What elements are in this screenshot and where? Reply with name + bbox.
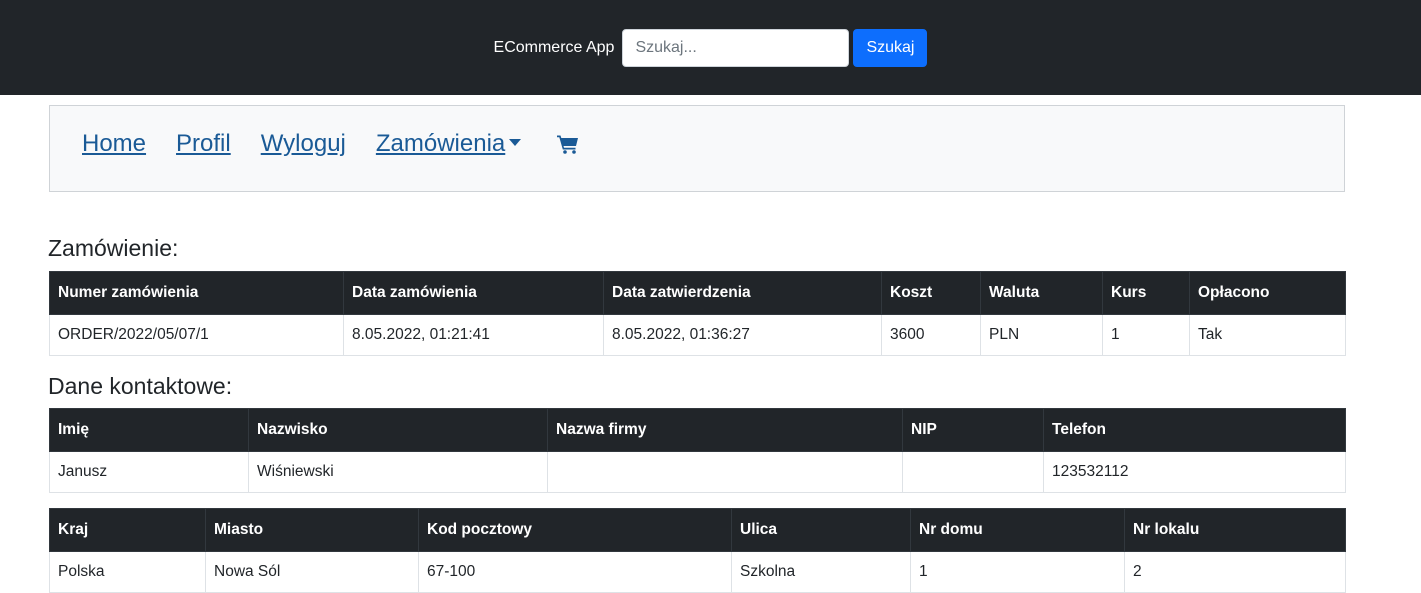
column-header: Opłacono — [1189, 271, 1346, 315]
order-date-cell: 8.05.2022, 01:21:41 — [343, 314, 604, 356]
last-name-cell: Wiśniewski — [248, 451, 548, 493]
company-name-cell — [547, 451, 903, 493]
search-button[interactable]: Szukaj — [853, 28, 928, 67]
top-header: ECommerce App Szukaj — [0, 0, 1421, 95]
order-table: Numer zamówienia Data zamówienia Data za… — [49, 271, 1346, 356]
table-row: Janusz Wiśniewski 123532112 — [49, 451, 1346, 493]
column-header: Kod pocztowy — [418, 508, 732, 552]
nip-cell — [902, 451, 1044, 493]
apartment-number-cell: 2 — [1124, 551, 1346, 593]
column-header: Ulica — [731, 508, 911, 552]
country-cell: Polska — [49, 551, 206, 593]
city-cell: Nowa Sól — [205, 551, 419, 593]
column-header: Nazwa firmy — [547, 408, 903, 452]
column-header: Data zamówienia — [343, 271, 604, 315]
column-header: Miasto — [205, 508, 419, 552]
nav-orders-dropdown[interactable]: Zamówienia — [375, 130, 522, 158]
currency-cell: PLN — [980, 314, 1103, 356]
column-header: NIP — [902, 408, 1044, 452]
shopping-cart-icon[interactable] — [557, 130, 579, 158]
column-header: Telefon — [1043, 408, 1346, 452]
street-cell: Szkolna — [731, 551, 911, 593]
rate-cell: 1 — [1102, 314, 1190, 356]
column-header: Koszt — [881, 271, 981, 315]
confirmation-date-cell: 8.05.2022, 01:36:27 — [603, 314, 882, 356]
column-header: Nr domu — [910, 508, 1125, 552]
caret-down-icon — [509, 138, 522, 146]
column-header: Kurs — [1102, 271, 1190, 315]
nav-orders-label: Zamówienia — [375, 130, 506, 157]
table-row: ORDER/2022/05/07/1 8.05.2022, 01:21:41 8… — [49, 314, 1346, 356]
column-header: Imię — [49, 408, 249, 452]
phone-cell: 123532112 — [1043, 451, 1346, 493]
table-header-row: Numer zamówienia Data zamówienia Data za… — [49, 271, 1346, 315]
main-nav: Home Profil Wyloguj Zamówienia — [49, 105, 1345, 192]
column-header: Numer zamówienia — [49, 271, 344, 315]
contact-section-title: Dane kontaktowe: — [48, 373, 233, 399]
nav-profile-link[interactable]: Profil — [176, 130, 231, 158]
column-header: Data zatwierdzenia — [603, 271, 882, 315]
column-header: Nazwisko — [248, 408, 548, 452]
table-header-row: Kraj Miasto Kod pocztowy Ulica Nr domu N… — [49, 508, 1346, 552]
paid-cell: Tak — [1189, 314, 1346, 356]
app-brand[interactable]: ECommerce App — [494, 39, 615, 57]
nav-logout-link[interactable]: Wyloguj — [261, 130, 346, 158]
address-table: Kraj Miasto Kod pocztowy Ulica Nr domu N… — [49, 508, 1346, 593]
contact-table: Imię Nazwisko Nazwa firmy NIP Telefon Ja… — [49, 408, 1346, 493]
nav-home-link[interactable]: Home — [82, 130, 146, 158]
first-name-cell: Janusz — [49, 451, 249, 493]
table-header-row: Imię Nazwisko Nazwa firmy NIP Telefon — [49, 408, 1346, 452]
column-header: Nr lokalu — [1124, 508, 1346, 552]
search-input[interactable] — [622, 28, 850, 67]
cost-cell: 3600 — [881, 314, 981, 356]
table-row: Polska Nowa Sól 67-100 Szkolna 1 2 — [49, 551, 1346, 593]
order-section-title: Zamówienie: — [48, 235, 179, 261]
postal-code-cell: 67-100 — [418, 551, 732, 593]
order-number-cell: ORDER/2022/05/07/1 — [49, 314, 344, 356]
house-number-cell: 1 — [910, 551, 1125, 593]
column-header: Waluta — [980, 271, 1103, 315]
column-header: Kraj — [49, 508, 206, 552]
